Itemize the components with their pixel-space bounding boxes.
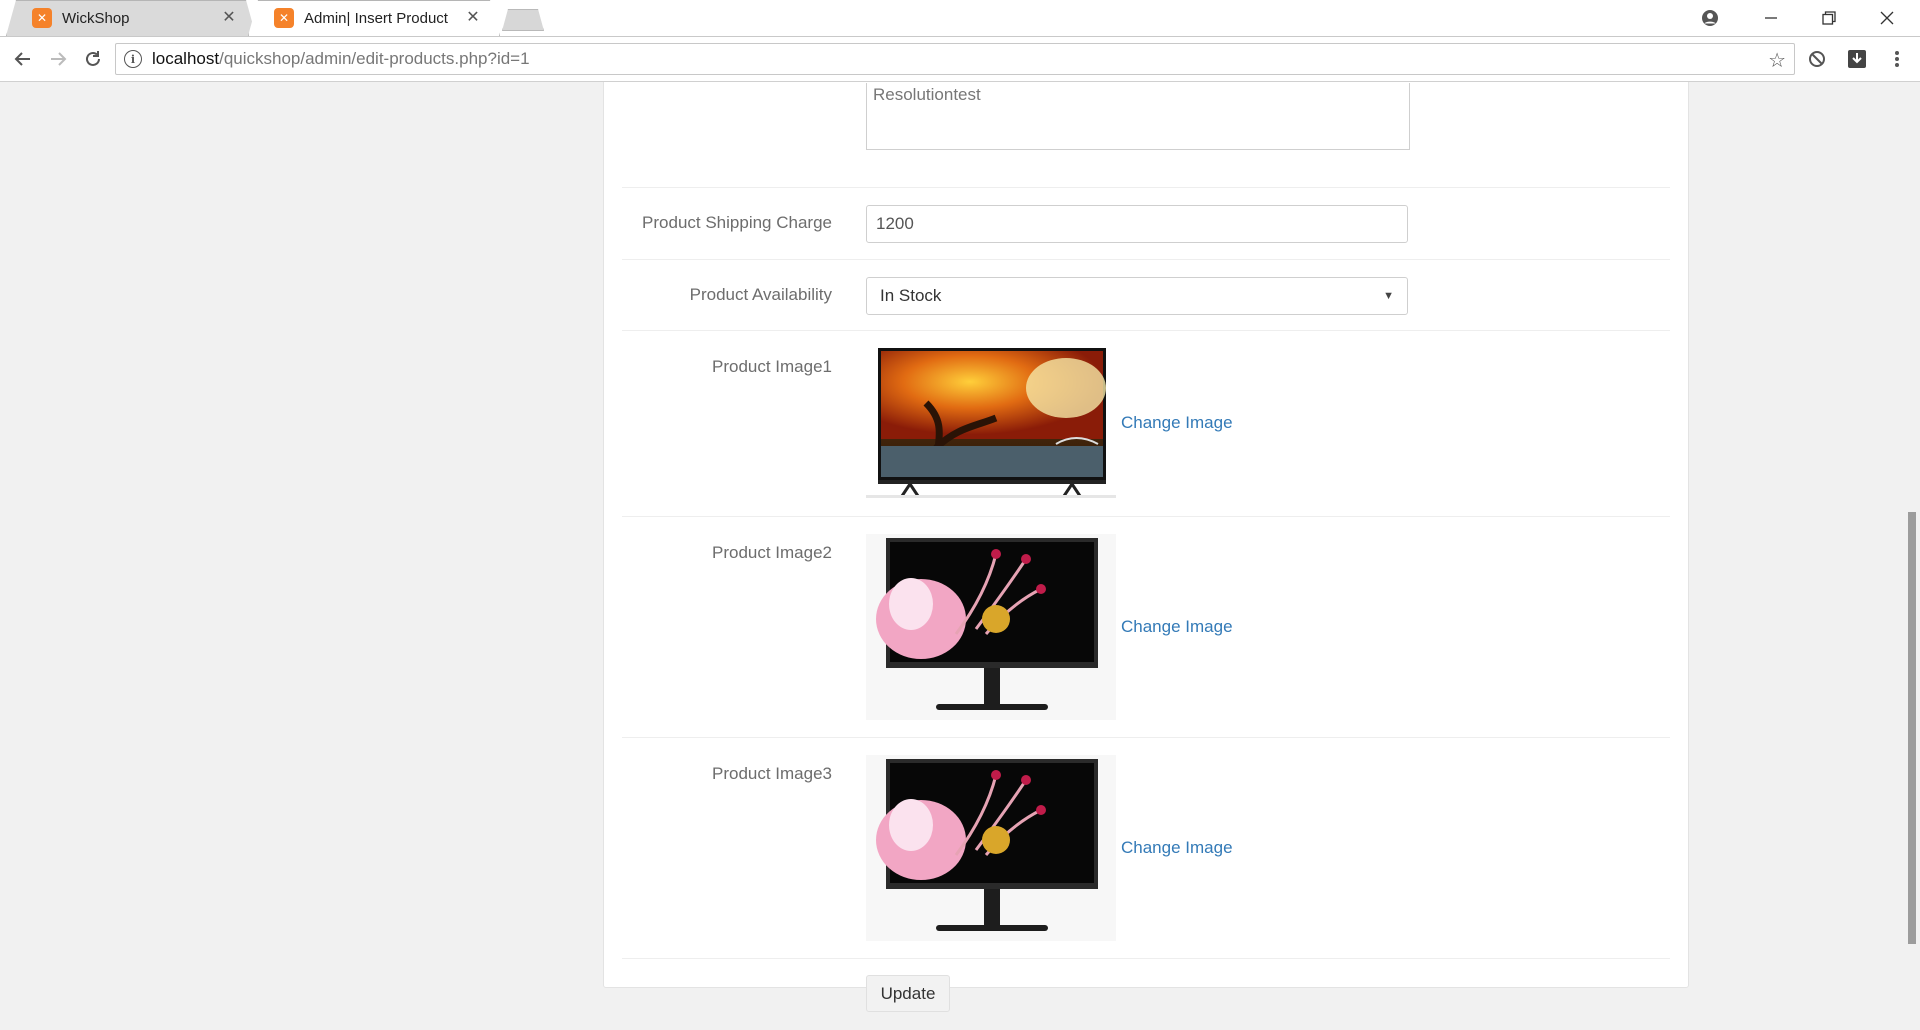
restore-icon[interactable]: [1800, 0, 1858, 36]
back-arrow-icon[interactable]: [8, 44, 38, 74]
change-image1-link[interactable]: Change Image: [1121, 413, 1233, 433]
address-bar[interactable]: i localhost/quickshop/admin/edit-product…: [115, 43, 1795, 75]
bookmark-star-icon[interactable]: ☆: [1768, 48, 1786, 73]
shipping-charge-input[interactable]: 1200: [866, 205, 1408, 243]
new-tab-button[interactable]: [502, 9, 544, 31]
tab-wickshop[interactable]: ✕ WickShop ✕: [6, 0, 256, 36]
change-image3-link[interactable]: Change Image: [1121, 838, 1233, 858]
product-description-textarea[interactable]: Resolutiontest: [866, 83, 1410, 150]
shipping-charge-label: Product Shipping Charge: [642, 213, 832, 232]
form-row-image2: Product Image2 Change Image: [622, 516, 1670, 737]
change-image2-link[interactable]: Change Image: [1121, 617, 1233, 637]
page-viewport: Resolutiontest Product Shipping Charge 1…: [0, 82, 1904, 1030]
image3-label: Product Image3: [711, 764, 832, 783]
form-row-image1: Product Image1 Change Image: [622, 330, 1670, 516]
url-text: localhost/quickshop/admin/edit-products.…: [152, 49, 530, 68]
edit-product-form: Resolutiontest Product Shipping Charge 1…: [603, 82, 1689, 1012]
product-image2: [866, 534, 1116, 720]
scrollbar-thumb[interactable]: [1908, 512, 1916, 944]
menu-kebab-icon[interactable]: [1886, 48, 1908, 70]
site-info-icon[interactable]: i: [124, 50, 142, 68]
image1-label: Product Image1: [711, 357, 832, 376]
page-scrollbar[interactable]: [1904, 82, 1920, 1030]
update-button[interactable]: Update: [866, 975, 950, 1012]
reload-icon[interactable]: [78, 44, 108, 74]
chevron-down-icon: ▼: [1383, 290, 1394, 302]
availability-label: Product Availability: [689, 285, 832, 304]
minimize-icon[interactable]: [1742, 0, 1800, 36]
product-image1: [866, 348, 1116, 498]
block-icon[interactable]: [1806, 48, 1828, 70]
forward-arrow-icon[interactable]: [43, 44, 73, 74]
form-row-availability: Product Availability In Stock ▼: [622, 259, 1670, 330]
profile-icon[interactable]: [1681, 0, 1739, 36]
tab-strip: ✕ WickShop ✕ ✕ Admin| Insert Product ✕: [0, 0, 1920, 37]
form-row-submit: Update: [622, 958, 1670, 1028]
tab-admin-insert-product[interactable]: ✕ Admin| Insert Product ✕: [248, 0, 500, 36]
image2-label: Product Image2: [711, 543, 832, 562]
tab-title: Admin| Insert Product: [304, 9, 448, 27]
xampp-favicon-icon: ✕: [32, 8, 52, 28]
close-tab-icon[interactable]: ✕: [464, 9, 482, 27]
availability-selected: In Stock: [880, 286, 942, 305]
form-row-shipping: Product Shipping Charge 1200: [622, 187, 1670, 259]
form-row-description: Resolutiontest: [622, 83, 1670, 150]
close-tab-icon[interactable]: ✕: [220, 9, 238, 27]
availability-select[interactable]: In Stock ▼: [866, 277, 1408, 315]
tab-title: WickShop: [62, 9, 130, 27]
form-row-image3: Product Image3 Change Image: [622, 737, 1670, 958]
download-extension-icon[interactable]: [1846, 48, 1868, 70]
product-image3: [866, 755, 1116, 941]
xampp-favicon-icon: ✕: [274, 8, 294, 28]
close-window-icon[interactable]: [1858, 0, 1916, 36]
browser-toolbar: i localhost/quickshop/admin/edit-product…: [0, 37, 1920, 82]
